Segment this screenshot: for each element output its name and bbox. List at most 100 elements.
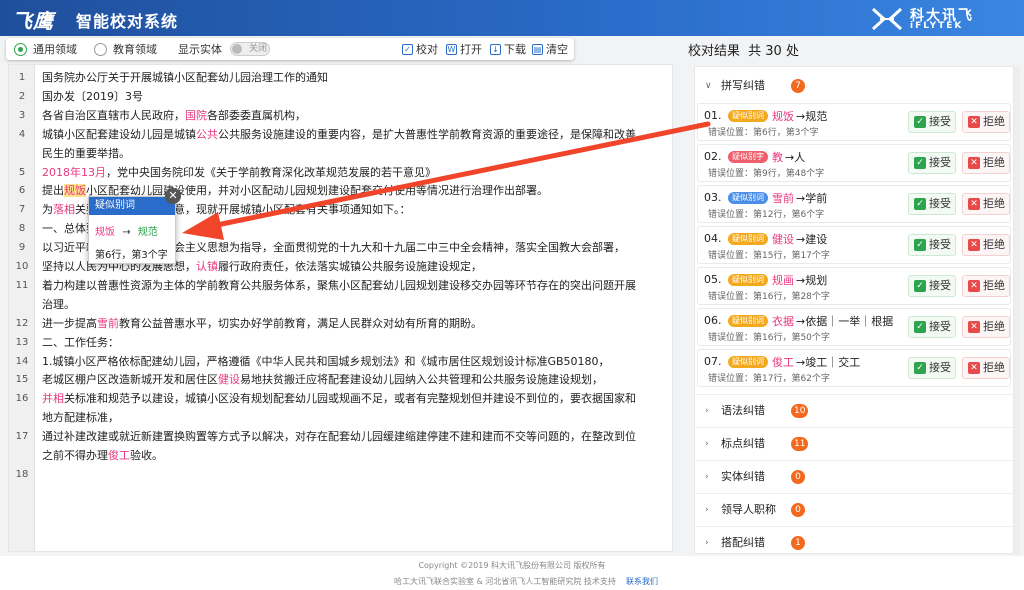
document-line[interactable]: 之前不得办理俊工验收。 [9, 447, 673, 465]
line-text: 城镇小区配套建设幼儿园是城镇公共公共服务设施建设的重要内容，是扩大普惠性学前教育… [42, 126, 636, 144]
document-line[interactable]: 13 二、工作任务： [9, 334, 673, 352]
error-word[interactable]: 落相 [53, 203, 75, 216]
text-segment: 提出 [42, 184, 64, 198]
text-segment: ，党中央国务院印发《关于学前教育深化改革规范发展的若干意见》 [106, 165, 436, 179]
accept-button[interactable]: ✓ 接受 [908, 111, 956, 133]
suggestion-text: →规划 [796, 274, 828, 287]
error-word[interactable]: 2018年13月 [42, 166, 106, 179]
document-line[interactable]: 2 国办发〔2019〕3号 [9, 88, 673, 106]
accept-button[interactable]: ✓ 接受 [908, 152, 956, 174]
error-word[interactable]: 雪前 [97, 317, 119, 330]
open-button[interactable]: W 打开 [446, 41, 482, 57]
popup-wrong-word: 规饭 [95, 227, 115, 238]
wrong-word: 雪前 [772, 192, 794, 205]
error-word[interactable]: 规饭 [64, 184, 86, 198]
error-word[interactable]: 并相 [42, 392, 64, 405]
download-button[interactable]: ↓ 下载 [490, 41, 526, 57]
text-segment: 城镇小区配套建设幼儿园是城镇 [42, 127, 196, 141]
error-word[interactable]: 认镇 [196, 260, 218, 273]
reject-button[interactable]: ✕ 拒绝 [962, 193, 1010, 215]
line-text: 通过补建改建或就近新建置换购置等方式予以解决，对存在配套幼儿园缓建缩建停建不建和… [42, 430, 636, 444]
reject-button[interactable]: ✕ 拒绝 [962, 275, 1010, 297]
document-line[interactable]: 民生的重要举措。 [9, 145, 673, 163]
category-header[interactable]: › 领导人职称 0 [695, 497, 1013, 523]
item-number: 03. [704, 191, 722, 204]
accept-button[interactable]: ✓ 接受 [908, 357, 956, 379]
line-number: 17 [15, 431, 29, 443]
reject-label: 拒绝 [983, 238, 1005, 251]
category-header[interactable]: › 搭配纠错 1 [695, 530, 1013, 556]
reject-button[interactable]: ✕ 拒绝 [962, 234, 1010, 256]
open-file-icon: W [446, 43, 457, 55]
line-text: 1.城镇小区严格依标配建幼儿园，严格遵循《中华人民共和国城乡规划法》和《城市居住… [42, 354, 610, 368]
reject-button[interactable]: ✕ 拒绝 [962, 111, 1010, 133]
page-footer: Copyright ©2019 科大讯飞股份有限公司 版权所有 哈工大讯飞联合实… [0, 556, 1024, 590]
category-label: 拼写纠错 [721, 79, 765, 92]
text-segment: 公共服务设施建设的重要内容，是扩大普惠性学前教育资源的重要途径，是保障和改善 [218, 127, 636, 141]
document-line[interactable]: 17 通过补建改建或就近新建置换购置等方式予以解决，对存在配套幼儿园缓建缩建停建不… [9, 428, 673, 446]
wrong-word: 健设 [772, 233, 794, 246]
document-line[interactable]: 1 国务院办公厅关于开展城镇小区配套幼儿园治理工作的通知 [9, 69, 673, 87]
accept-button[interactable]: ✓ 接受 [908, 316, 956, 338]
document-line[interactable]: 地方配建标准， [9, 409, 673, 427]
line-number: 14 [15, 355, 29, 367]
wrong-word: 俊工 [772, 356, 794, 369]
popup-suggestion[interactable]: 规饭 → 规范 [89, 215, 175, 238]
reject-button[interactable]: ✕ 拒绝 [962, 152, 1010, 174]
accept-button[interactable]: ✓ 接受 [908, 234, 956, 256]
popup-close-icon[interactable]: ✕ [165, 188, 181, 204]
document-line[interactable]: 11 着力构建以普惠性资源为主体的学前教育公共服务体系，聚焦小区配套幼儿园规划建设… [9, 277, 673, 295]
error-word[interactable]: 国院 [185, 109, 207, 122]
proofread-button[interactable]: ✓ 校对 [402, 41, 438, 57]
document-line[interactable]: 15 老城区棚户区改造新城开发和居住区健设易地扶贫搬迁应将配套建设幼儿园纳入公共管… [9, 371, 673, 389]
category-header[interactable]: › 标点纠错 11 [695, 431, 1013, 457]
error-word[interactable]: 公共 [196, 128, 218, 141]
category-header[interactable]: › 语法纠错 10 [695, 398, 1013, 424]
contact-link[interactable]: 联系我们 [626, 576, 658, 587]
reject-label: 拒绝 [983, 197, 1005, 210]
toggle-switch[interactable]: 关闭 [230, 42, 270, 56]
popup-right-word[interactable]: 规范 [138, 227, 158, 238]
document-line[interactable]: 16 并相关标准和规范予以建设，城镇小区没有规划配套幼儿园或规画不足，或者有完整规… [9, 390, 673, 408]
error-location: 错误位置：第15行，第17个字 [708, 251, 830, 261]
error-word[interactable]: 俊工 [108, 449, 130, 462]
text-segment: 关标准和规范予以建设，城镇小区没有规划配套幼儿园或规画不足，或者有完整规划但并建… [64, 392, 636, 406]
line-text: 民生的重要举措。 [42, 146, 130, 160]
show-entity-toggle[interactable]: 显示实体 关闭 [178, 41, 270, 57]
document-line[interactable]: 治理。 [9, 296, 673, 314]
radio-education-domain[interactable]: 教育领域 [94, 41, 157, 57]
suggestion-text: →规范 [796, 110, 828, 123]
document-line[interactable]: 5 2018年13月，党中央国务院印发《关于学前教育深化改革规范发展的若干意见》 [9, 164, 673, 182]
error-type-tag: 疑似别词 [728, 192, 768, 204]
download-icon: ↓ [490, 43, 501, 55]
suggestion-text: →竣工｜交工 [796, 356, 861, 369]
clear-button[interactable]: ▤ 清空 [532, 41, 568, 57]
wrong-word: 规画 [772, 274, 794, 287]
category-header[interactable]: ∨ 拼写纠错 7 [695, 73, 1013, 99]
error-location: 错误位置：第16行，第50个字 [708, 333, 830, 343]
reject-button[interactable]: ✕ 拒绝 [962, 316, 1010, 338]
popup-arrow: → [122, 227, 131, 238]
wrong-word: 衣据 [772, 315, 794, 328]
accept-button[interactable]: ✓ 接受 [908, 275, 956, 297]
accept-label: 接受 [929, 279, 951, 292]
document-line[interactable]: 4 城镇小区配套建设幼儿园是城镇公共公共服务设施建设的重要内容，是扩大普惠性学前教… [9, 126, 673, 144]
line-number: 2 [18, 90, 26, 102]
error-type-tag: 疑似别词 [728, 233, 768, 245]
check-icon: ✓ [914, 239, 926, 251]
line-text: 之前不得办理俊工验收。 [42, 447, 163, 465]
document-line[interactable]: 12 进一步提高雪前教育公益普惠水平，切实办好学前教育，满足人民群众对幼有所育的期… [9, 315, 673, 333]
error-word[interactable]: 健设 [218, 373, 240, 386]
accept-button[interactable]: ✓ 接受 [908, 193, 956, 215]
document-line[interactable]: 3 各省自治区直辖市人民政府，国院各部委委直属机构， [9, 107, 673, 125]
document-line[interactable]: 18 [9, 466, 673, 484]
document-line[interactable]: 14 1.城镇小区严格依标配建幼儿园，严格遵循《中华人民共和国城乡规划法》和《城市… [9, 353, 673, 371]
reject-button[interactable]: ✕ 拒绝 [962, 357, 1010, 379]
results-scrollbar[interactable] [1014, 66, 1020, 554]
radio-general-domain[interactable]: 通用领域 [14, 41, 77, 57]
result-item: 02. 疑似别字教 →人 错误位置：第9行，第48个字 ✓ 接受 ✕ 拒绝 [697, 144, 1011, 182]
category-header[interactable]: › 实体纠错 0 [695, 464, 1013, 490]
category-divider [695, 427, 1013, 428]
accept-label: 接受 [929, 197, 951, 210]
document-editor[interactable]: 1 国务院办公厅关于开展城镇小区配套幼儿园治理工作的通知 2 国办发〔2019〕3号 3… [8, 64, 673, 552]
